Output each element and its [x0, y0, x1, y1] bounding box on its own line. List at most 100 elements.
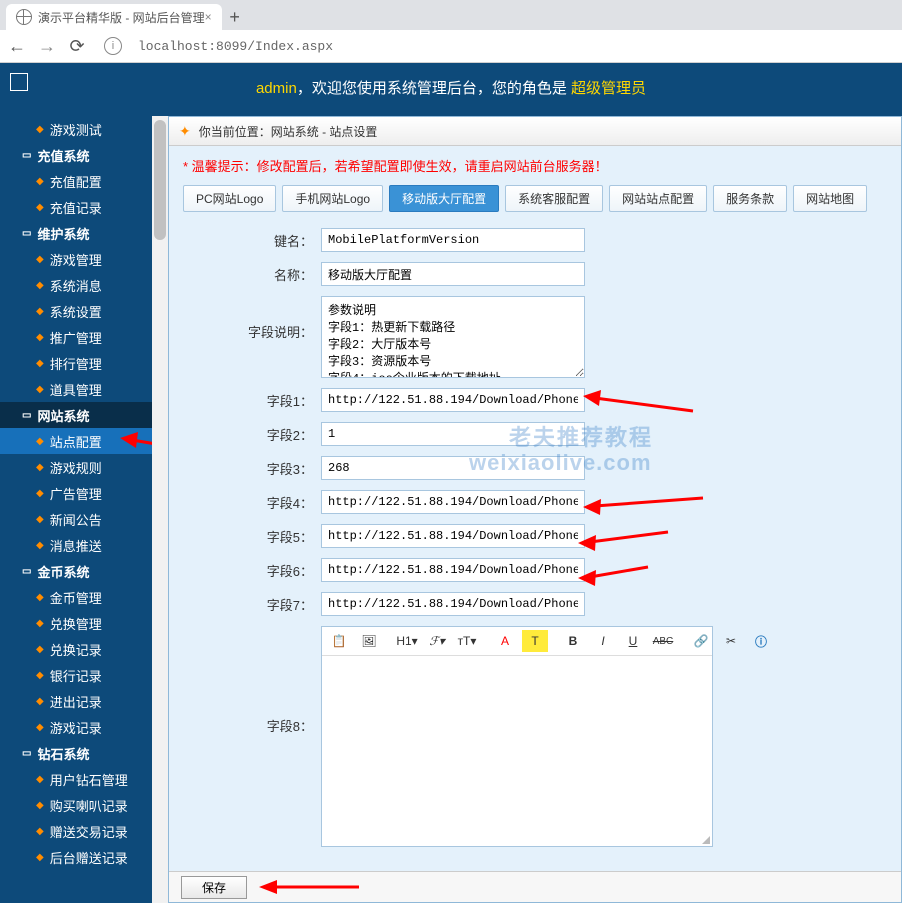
sidebar-item-新闻公告[interactable]: ◆新闻公告	[0, 506, 152, 532]
sidebar-item-充值配置[interactable]: ◆充值配置	[0, 168, 152, 194]
sidebar-item-label: 游戏规则	[50, 458, 102, 477]
save-button[interactable]: 保存	[181, 876, 247, 899]
sidebar-scrollbar[interactable]	[152, 116, 168, 903]
unlink-icon[interactable]: ✂	[718, 630, 744, 652]
bullet-icon: ◆	[36, 540, 44, 551]
sidebar-group-金币系统[interactable]: ▭ 金币系统	[0, 558, 152, 584]
image-icon[interactable]: 🖼	[356, 630, 382, 652]
config-tab-0[interactable]: PC网站Logo	[183, 185, 276, 212]
bullet-icon: ◆	[36, 202, 44, 213]
config-tab-5[interactable]: 服务条款	[713, 185, 787, 212]
sidebar-group-label: 钻石系统	[37, 744, 89, 763]
sidebar-item-系统消息[interactable]: ◆系统消息	[0, 272, 152, 298]
sidebar-group-钻石系统[interactable]: ▭ 钻石系统	[0, 740, 152, 766]
name-input[interactable]	[321, 262, 585, 286]
minus-icon: ▭	[22, 748, 31, 759]
config-tab-6[interactable]: 网站地图	[793, 185, 867, 212]
sidebar-group-充值系统[interactable]: ▭充值系统	[0, 142, 152, 168]
font-button[interactable]: ℱ▾	[424, 630, 450, 652]
sidebar-item-推广管理[interactable]: ◆推广管理	[0, 324, 152, 350]
heading-button[interactable]: H1▾	[394, 630, 420, 652]
forecolor-button[interactable]: A	[492, 630, 518, 652]
sidebar-item-label: 新闻公告	[50, 510, 102, 529]
scrollbar-thumb[interactable]	[154, 120, 166, 240]
strike-button[interactable]: ABC	[650, 630, 676, 652]
bullet-icon: ◆	[36, 436, 44, 447]
sidebar-item-后台赠送记录[interactable]: ◆后台赠送记录	[0, 844, 152, 870]
site-info-icon[interactable]: i	[104, 37, 122, 55]
backcolor-button[interactable]: T	[522, 630, 548, 652]
reload-icon[interactable]: ⟳	[68, 37, 86, 55]
desc-textarea[interactable]	[321, 296, 585, 378]
rich-editor: 📋 🖼 H1▾ ℱ▾ ᴛT▾ A T B	[321, 626, 713, 847]
field5-input[interactable]	[321, 524, 585, 548]
sidebar-item-赠送交易记录[interactable]: ◆赠送交易记录	[0, 818, 152, 844]
field6-input[interactable]	[321, 558, 585, 582]
minus-icon: ▭	[22, 566, 31, 577]
sidebar-item-消息推送[interactable]: ◆消息推送	[0, 532, 152, 558]
globe-icon	[16, 9, 32, 25]
new-tab-button[interactable]: +	[222, 4, 248, 30]
breadcrumb-text: 你当前位置：网站系统 - 站点设置	[199, 123, 378, 140]
sidebar-item-金币管理[interactable]: ◆金币管理	[0, 584, 152, 610]
sidebar-item-站点配置[interactable]: ◆ 站点配置	[0, 428, 152, 454]
desc-label: 字段说明：	[183, 296, 321, 341]
paste-icon[interactable]: 📋	[326, 630, 352, 652]
config-tab-4[interactable]: 网站站点配置	[609, 185, 707, 212]
sidebar-group-网站系统[interactable]: ▭网站系统	[0, 402, 152, 428]
sidebar-item-兑换记录[interactable]: ◆兑换记录	[0, 636, 152, 662]
field1-input[interactable]	[321, 388, 585, 412]
sidebar-item-道具管理[interactable]: ◆道具管理	[0, 376, 152, 402]
sidebar-group-维护系统[interactable]: ▭维护系统	[0, 220, 152, 246]
back-icon[interactable]: ←	[8, 37, 26, 55]
address-url[interactable]: localhost:8099/Index.aspx	[138, 39, 333, 54]
arrow-icon	[259, 874, 369, 900]
field2-input[interactable]	[321, 422, 585, 446]
sidebar-item-排行管理[interactable]: ◆排行管理	[0, 350, 152, 376]
sidebar-item-充值记录[interactable]: ◆充值记录	[0, 194, 152, 220]
field4-input[interactable]	[321, 490, 585, 514]
sidebar-item-广告管理[interactable]: ◆广告管理	[0, 480, 152, 506]
help-icon[interactable]: ⓘ	[748, 630, 774, 652]
sidebar-item-进出记录[interactable]: ◆进出记录	[0, 688, 152, 714]
sidebar-item-购买喇叭记录[interactable]: ◆购买喇叭记录	[0, 792, 152, 818]
bullet-icon: ◆	[36, 358, 44, 369]
admin-name: admin	[256, 80, 297, 97]
sidebar-item-游戏规则[interactable]: ◆游戏规则	[0, 454, 152, 480]
link-icon[interactable]: 🔗	[688, 630, 714, 652]
underline-button[interactable]: U	[620, 630, 646, 652]
key-input[interactable]	[321, 228, 585, 252]
italic-button[interactable]: I	[590, 630, 616, 652]
forward-icon[interactable]: →	[38, 37, 56, 55]
sidebar-item-游戏记录[interactable]: ◆游戏记录	[0, 714, 152, 740]
editor-body[interactable]	[322, 656, 712, 846]
sidebar-item-label: 金币管理	[50, 588, 102, 607]
sidebar-item-label: 进出记录	[50, 692, 102, 711]
config-tab-1[interactable]: 手机网站Logo	[282, 185, 383, 212]
bullet-icon: ◆	[36, 852, 44, 863]
main-panel: ✦ 你当前位置：网站系统 - 站点设置 * 温馨提示：修改配置后，若希望配置即使…	[168, 116, 902, 903]
browser-tab[interactable]: 演示平台精华版 - 网站后台管理 ×	[6, 4, 222, 30]
sidebar-item-兑换管理[interactable]: ◆兑换管理	[0, 610, 152, 636]
sidebar-group-label: 金币系统	[37, 562, 89, 581]
fontsize-button[interactable]: ᴛT▾	[454, 630, 480, 652]
key-label: 键名：	[183, 231, 321, 250]
resize-icon[interactable]	[700, 834, 710, 844]
config-tab-3[interactable]: 系统客服配置	[505, 185, 603, 212]
field3-input[interactable]	[321, 456, 585, 480]
tab-title: 演示平台精华版 - 网站后台管理	[38, 9, 205, 26]
bullet-icon: ◆	[36, 722, 44, 733]
bold-button[interactable]: B	[560, 630, 586, 652]
sidebar-item-label: 推广管理	[50, 328, 102, 347]
config-tab-2[interactable]: 移动版大厅配置	[389, 185, 499, 212]
sidebar-item-游戏管理[interactable]: ◆游戏管理	[0, 246, 152, 272]
sidebar-item-游戏测试[interactable]: ◆游戏测试	[0, 116, 152, 142]
sidebar-item-系统设置[interactable]: ◆系统设置	[0, 298, 152, 324]
field7-input[interactable]	[321, 592, 585, 616]
field8-label: 字段8：	[183, 626, 321, 735]
bullet-icon: ◆	[36, 618, 44, 629]
sidebar-item-银行记录[interactable]: ◆银行记录	[0, 662, 152, 688]
close-icon[interactable]: ×	[205, 10, 212, 24]
sidebar-item-用户钻石管理[interactable]: ◆用户钻石管理	[0, 766, 152, 792]
sidebar-item-label: 站点配置	[50, 432, 102, 451]
